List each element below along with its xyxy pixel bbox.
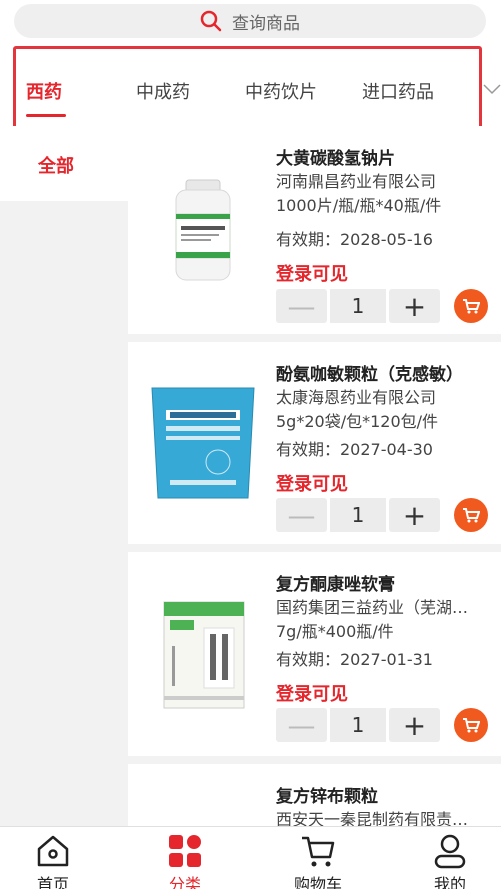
quantity-value[interactable]: 1 bbox=[330, 289, 386, 323]
cart-icon bbox=[463, 508, 480, 523]
nav-category[interactable]: 分类 bbox=[135, 827, 235, 889]
product-image-box bbox=[148, 596, 258, 714]
product-card[interactable]: 复方锌布颗粒 西安天一秦昆制药有限责… bbox=[128, 764, 501, 829]
product-price-login[interactable]: 登录可见 bbox=[276, 470, 348, 496]
quantity-stepper: — 1 + bbox=[276, 708, 440, 742]
product-price-login[interactable]: 登录可见 bbox=[276, 260, 348, 286]
cart-icon bbox=[463, 718, 480, 733]
nav-mine[interactable]: 我的 bbox=[400, 827, 500, 889]
left-category-all[interactable]: 全部 bbox=[0, 126, 128, 201]
search-icon bbox=[200, 10, 222, 32]
tab-active-indicator bbox=[26, 114, 66, 117]
product-maker: 河南鼎昌药业有限公司 bbox=[276, 172, 437, 191]
cart-icon bbox=[463, 299, 480, 314]
quantity-stepper: — 1 + bbox=[276, 498, 440, 532]
product-spec: 5g*20袋/包*120包/件 bbox=[276, 412, 439, 431]
app-root: 查询商品 西药 中成药 中药饮片 进口药品 全部 大黄碳酸氢钠片 河南鼎昌药业有… bbox=[0, 0, 501, 889]
cart-icon bbox=[300, 833, 336, 869]
product-name: 大黄碳酸氢钠片 bbox=[276, 149, 395, 169]
search-input[interactable]: 查询商品 bbox=[14, 4, 486, 38]
product-name: 酚氨咖敏颗粒（克感敏） bbox=[276, 365, 463, 385]
user-icon bbox=[432, 833, 468, 869]
chevron-down-icon[interactable] bbox=[483, 80, 501, 98]
nav-label: 分类 bbox=[168, 875, 201, 889]
product-image-bottle bbox=[148, 176, 258, 286]
search-placeholder: 查询商品 bbox=[232, 13, 300, 34]
search-bar: 查询商品 bbox=[0, 0, 501, 44]
decrease-button[interactable]: — bbox=[276, 498, 327, 532]
product-spec: 7g/瓶*400瓶/件 bbox=[276, 622, 394, 641]
product-price-login[interactable]: 登录可见 bbox=[276, 680, 348, 706]
product-expiry: 有效期：2027-01-31 bbox=[276, 650, 433, 669]
left-category-list: 全部 bbox=[0, 126, 128, 826]
product-card[interactable]: 复方酮康唑软膏 国药集团三益药业（芜湖… 7g/瓶*400瓶/件 有效期：202… bbox=[128, 552, 501, 756]
category-icon bbox=[167, 833, 203, 869]
tab-jinkouyaopin[interactable]: 进口药品 bbox=[362, 78, 434, 104]
product-image-bag bbox=[148, 382, 258, 502]
nav-label: 购物车 bbox=[293, 875, 342, 889]
decrease-button[interactable]: — bbox=[276, 708, 327, 742]
bottom-navigation: 首页 分类 购物车 我的 bbox=[0, 826, 501, 889]
product-expiry: 有效期：2028-05-16 bbox=[276, 230, 433, 249]
nav-label: 首页 bbox=[36, 875, 69, 889]
decrease-button[interactable]: — bbox=[276, 289, 327, 323]
product-maker: 国药集团三益药业（芜湖… bbox=[276, 598, 469, 617]
product-expiry: 有效期：2027-04-30 bbox=[276, 440, 433, 459]
tab-zhongyaoyinpian[interactable]: 中药饮片 bbox=[245, 78, 317, 104]
product-name: 复方酮康唑软膏 bbox=[276, 575, 395, 595]
left-category-label: 全部 bbox=[38, 156, 74, 177]
product-maker: 太康海恩药业有限公司 bbox=[276, 388, 437, 407]
add-to-cart-button[interactable] bbox=[454, 289, 488, 323]
home-icon bbox=[35, 833, 71, 869]
nav-label: 我的 bbox=[433, 875, 466, 889]
tab-zhongchengyao[interactable]: 中成药 bbox=[136, 78, 190, 104]
add-to-cart-button[interactable] bbox=[454, 498, 488, 532]
tab-xiyao[interactable]: 西药 bbox=[26, 78, 62, 104]
nav-cart[interactable]: 购物车 bbox=[268, 827, 368, 889]
product-spec: 1000片/瓶/瓶*40瓶/件 bbox=[276, 196, 442, 215]
product-card[interactable]: 大黄碳酸氢钠片 河南鼎昌药业有限公司 1000片/瓶/瓶*40瓶/件 有效期：2… bbox=[128, 126, 501, 334]
increase-button[interactable]: + bbox=[389, 498, 440, 532]
product-name: 复方锌布颗粒 bbox=[276, 787, 378, 807]
quantity-value[interactable]: 1 bbox=[330, 708, 386, 742]
increase-button[interactable]: + bbox=[389, 289, 440, 323]
product-card[interactable]: 酚氨咖敏颗粒（克感敏） 太康海恩药业有限公司 5g*20袋/包*120包/件 有… bbox=[128, 342, 501, 544]
increase-button[interactable]: + bbox=[389, 708, 440, 742]
quantity-stepper: — 1 + bbox=[276, 289, 440, 323]
category-tabs: 西药 中成药 中药饮片 进口药品 bbox=[0, 44, 501, 139]
nav-home[interactable]: 首页 bbox=[3, 827, 103, 889]
add-to-cart-button[interactable] bbox=[454, 708, 488, 742]
quantity-value[interactable]: 1 bbox=[330, 498, 386, 532]
